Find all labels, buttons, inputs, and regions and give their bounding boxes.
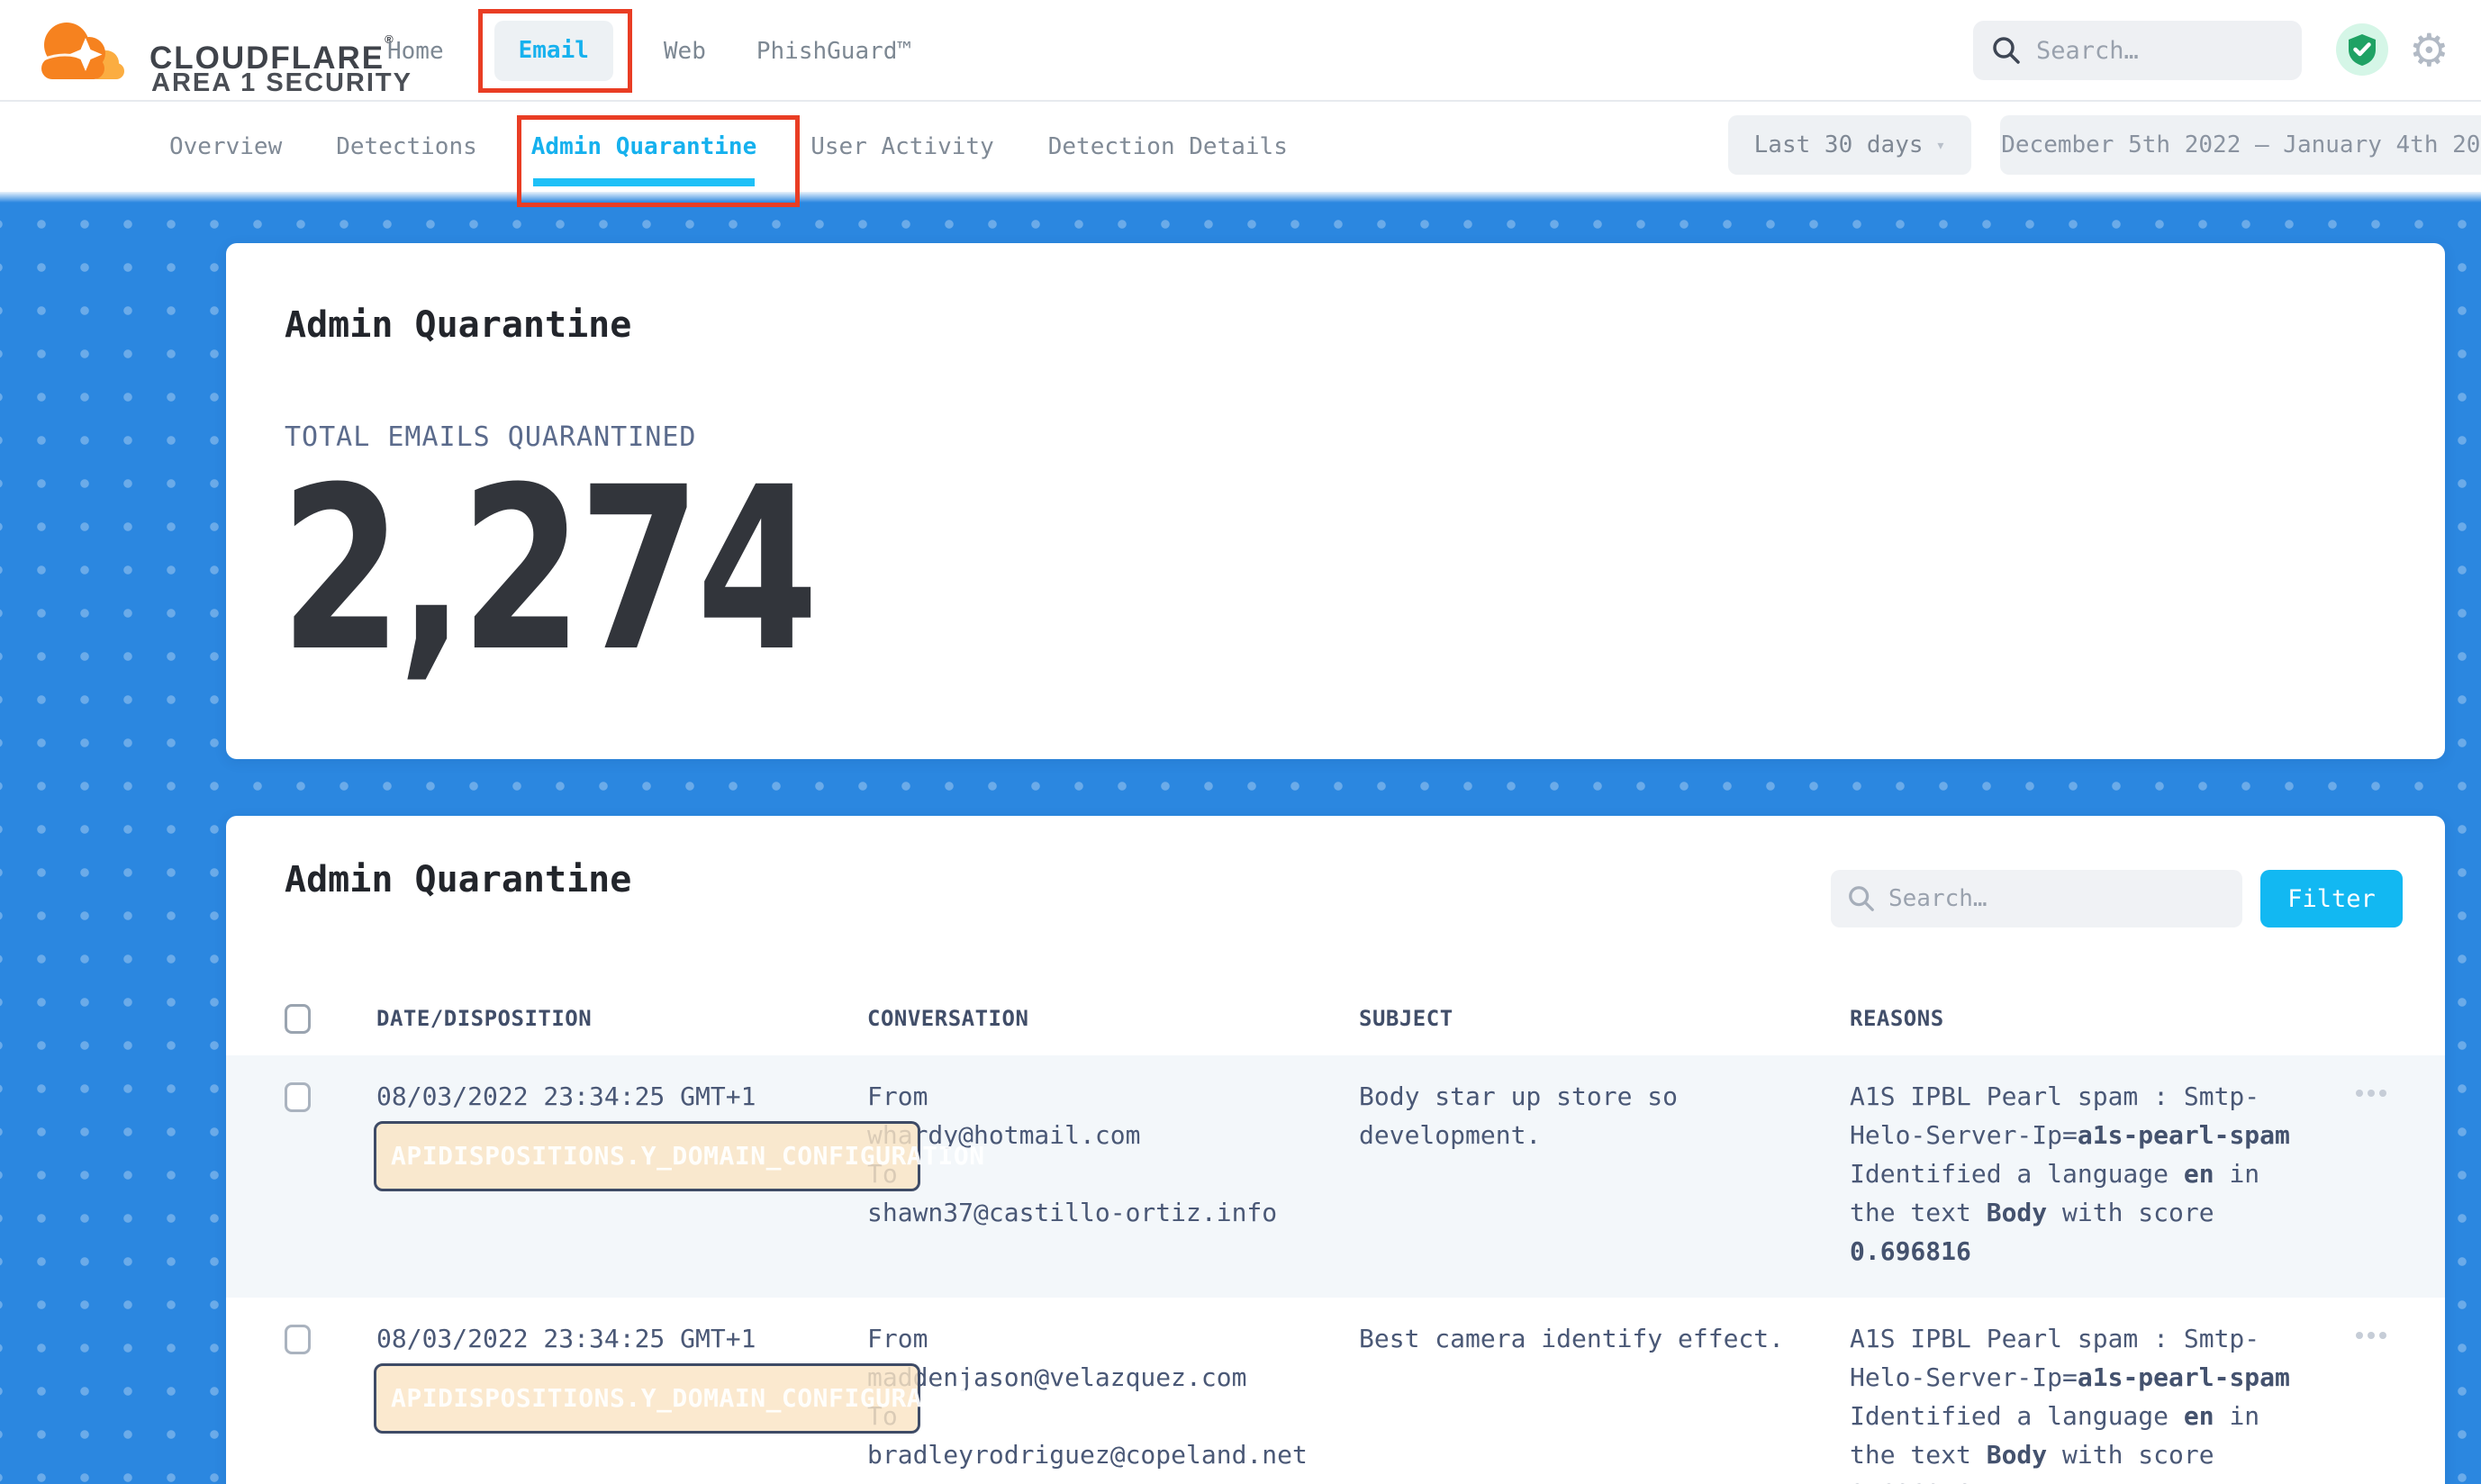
cloudflare-logo[interactable]: CLOUDFLARE® AREA 1 SECURITY <box>34 11 421 94</box>
from-label: From <box>867 1319 1336 1358</box>
to-address: shawn37@castillo-ortiz.info <box>867 1193 1336 1232</box>
search-icon <box>1847 884 1876 913</box>
tab-detections[interactable]: Detections <box>336 133 477 160</box>
column-header-subject: SUBJECT <box>1359 1006 1850 1031</box>
quarantine-table-body: 08/03/2022 23:34:25 GMT+1 From whardy@ho… <box>226 1055 2445 1484</box>
nav-item-email-wrap: Email <box>494 21 613 81</box>
tab-admin-quarantine[interactable]: Admin Quarantine <box>531 133 756 160</box>
row-date: 08/03/2022 23:34:25 GMT+1 <box>376 1319 867 1484</box>
to-address: bradleyrodriguez@copeland.net <box>867 1435 1336 1474</box>
table-row: 08/03/2022 23:34:25 GMT+1 From whardy@ho… <box>226 1055 2445 1298</box>
row-conversation: From maddenjason@velazquez.com To bradle… <box>867 1319 1336 1484</box>
global-search <box>1973 21 2302 80</box>
from-address: maddenjason@velazquez.com <box>867 1358 1336 1397</box>
nav-item-web[interactable]: Web <box>664 38 706 65</box>
search-icon <box>1991 35 2022 66</box>
row-subject: Best camera identify effect. <box>1359 1319 1791 1484</box>
brand-tagline: AREA 1 SECURITY <box>151 68 412 98</box>
quarantine-table: DATE/DISPOSITION CONVERSATION SUBJECT RE… <box>226 982 2445 1484</box>
stats-card-title: Admin Quarantine <box>285 304 631 346</box>
to-label: To <box>867 1154 1336 1193</box>
column-header-date: DATE/DISPOSITION <box>376 1006 867 1031</box>
tab-user-activity[interactable]: User Activity <box>810 133 994 160</box>
select-row-checkbox[interactable] <box>285 1082 311 1112</box>
from-address: whardy@hotmail.com <box>867 1116 1336 1154</box>
row-reasons: A1S IPBL Pearl spam : Smtp-Helo-Server-I… <box>1850 1077 2300 1271</box>
nav-item-home[interactable]: Home <box>387 38 444 65</box>
main-content: Admin Quarantine TOTAL EMAILS QUARANTINE… <box>0 192 2481 1484</box>
nav-item-phishguard[interactable]: PhishGuard™ <box>756 38 911 65</box>
column-header-reasons: REASONS <box>1850 1006 2354 1031</box>
quarantine-card: Admin Quarantine Filter DATE/DISPOSITION… <box>226 816 2445 1484</box>
row-date: 08/03/2022 23:34:25 GMT+1 <box>376 1077 867 1271</box>
select-all-checkbox[interactable] <box>285 1004 311 1034</box>
table-row: 08/03/2022 23:34:25 GMT+1 From maddenjas… <box>226 1298 2445 1484</box>
period-selector-label: Last 30 days <box>1754 131 1924 158</box>
to-label: To <box>867 1397 1336 1435</box>
tab-detection-details[interactable]: Detection Details <box>1048 133 1288 160</box>
stats-card: Admin Quarantine TOTAL EMAILS QUARANTINE… <box>226 243 2445 759</box>
header-right: ⚙ <box>1959 0 2481 102</box>
tab-overview[interactable]: Overview <box>169 133 282 160</box>
select-row-checkbox[interactable] <box>285 1325 311 1354</box>
row-conversation: From whardy@hotmail.com To shawn37@casti… <box>867 1077 1336 1271</box>
settings-gear-icon[interactable]: ⚙ <box>2409 14 2449 86</box>
table-header-row: DATE/DISPOSITION CONVERSATION SUBJECT RE… <box>226 982 2445 1055</box>
metric-value: 2,274 <box>280 457 814 683</box>
table-search-input[interactable] <box>1888 885 2226 912</box>
shield-check-icon <box>2346 32 2378 67</box>
filter-button[interactable]: Filter <box>2260 870 2403 928</box>
date-range[interactable]: December 5th 2022 — January 4th 2023 <box>2000 115 2481 175</box>
cloudflare-cloud-icon <box>34 14 128 86</box>
sub-nav: Overview Detections Admin Quarantine Use… <box>0 102 2481 192</box>
period-selector[interactable]: Last 30 days ▾ <box>1728 115 1971 175</box>
global-search-input[interactable] <box>2036 37 2284 65</box>
top-header: CLOUDFLARE® AREA 1 SECURITY Home Email W… <box>0 0 2481 102</box>
tabs: Overview Detections Admin Quarantine Use… <box>169 102 1288 192</box>
row-subject: Body star up store so development. <box>1359 1077 1791 1271</box>
quarantine-card-title: Admin Quarantine <box>285 859 631 900</box>
chevron-down-icon: ▾ <box>1936 136 1946 155</box>
row-more-menu-icon[interactable] <box>2356 1332 2395 1339</box>
row-more-menu-icon[interactable] <box>2356 1090 2395 1097</box>
active-tab-underline <box>533 178 755 186</box>
top-nav: Home Email Web PhishGuard™ <box>387 0 911 102</box>
tab-admin-quarantine-label: Admin Quarantine <box>531 133 756 160</box>
table-search <box>1831 870 2242 928</box>
verified-shield-badge[interactable] <box>2336 23 2388 76</box>
column-header-conversation: CONVERSATION <box>867 1006 1359 1031</box>
nav-item-email[interactable]: Email <box>494 21 613 81</box>
row-reasons: A1S IPBL Pearl spam : Smtp-Helo-Server-I… <box>1850 1319 2300 1484</box>
from-label: From <box>867 1077 1336 1116</box>
